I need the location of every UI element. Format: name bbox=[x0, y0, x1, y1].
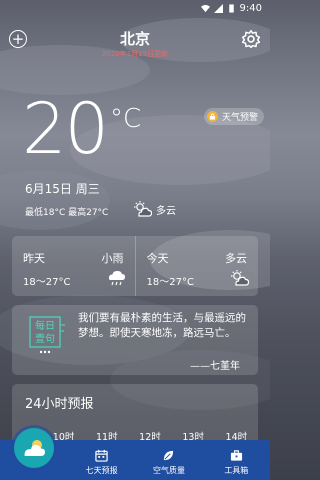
hourly-title: 24小时预报 bbox=[25, 397, 94, 412]
nav-label: 空气质量 bbox=[152, 466, 185, 475]
temperature-unit: °C bbox=[110, 104, 142, 134]
low-high-range: 最低18°C 最高27°C bbox=[25, 208, 109, 218]
nav-label: 工具箱 bbox=[224, 466, 249, 475]
current-temperature: 20 bbox=[22, 88, 109, 170]
day-name: 今天 bbox=[146, 252, 169, 265]
battery-icon bbox=[228, 3, 234, 13]
toolbox-icon bbox=[230, 450, 242, 461]
update-time: 2020年1月15日更新 bbox=[101, 50, 169, 58]
nav-toolbox[interactable]: 工具箱 bbox=[203, 440, 270, 480]
wifi-icon bbox=[200, 4, 210, 12]
partly-cloudy-icon bbox=[134, 201, 152, 217]
signal-icon bbox=[213, 3, 223, 13]
gear-icon[interactable] bbox=[241, 29, 261, 49]
nav-home[interactable] bbox=[0, 428, 68, 480]
cloud-sun-icon bbox=[24, 440, 45, 456]
calendar-icon bbox=[95, 449, 108, 462]
day-forecast-card: 昨天 小雨 18～27°C 今天 多云 18～27°C bbox=[12, 236, 258, 296]
rain-cloud-icon bbox=[108, 270, 125, 286]
nav-label: 七天预报 bbox=[85, 466, 118, 475]
badge-line2: 壹句 bbox=[35, 332, 55, 345]
badge-line1: 每日 bbox=[35, 319, 55, 332]
condition-label: 多云 bbox=[156, 205, 176, 217]
daily-quote-badge: 每日 壹句 bbox=[29, 316, 65, 354]
bottom-nav: 七天预报 空气质量 工具箱 bbox=[0, 428, 270, 480]
nav-seven-day-forecast[interactable]: 七天预报 bbox=[68, 440, 135, 480]
top-bar: + 北京 2020年1月15日更新 bbox=[0, 24, 270, 58]
alert-label: 天气预警 bbox=[221, 113, 258, 123]
day-condition: 多云 bbox=[225, 252, 247, 265]
leaf-icon bbox=[164, 450, 174, 461]
current-condition: 多云 bbox=[132, 200, 176, 218]
quote-text: 我们要有最朴素的生活，与最遥远的梦想。即使天寒地冻，路远马亡。 bbox=[78, 312, 246, 339]
quote-author: ——七堇年 bbox=[190, 361, 240, 372]
city-name[interactable]: 北京 bbox=[0, 28, 270, 49]
partly-cloudy-icon bbox=[231, 270, 249, 286]
lock-icon bbox=[206, 111, 218, 122]
day-range: 18～27°C bbox=[146, 277, 194, 288]
day-name: 昨天 bbox=[23, 252, 45, 265]
day-yesterday[interactable]: 昨天 小雨 18～27°C bbox=[12, 236, 135, 296]
home-weather-button[interactable] bbox=[14, 428, 54, 468]
current-date: 6月15日 周三 bbox=[25, 182, 100, 196]
status-time: 9:40 bbox=[239, 2, 262, 14]
day-range: 18～27°C bbox=[23, 277, 71, 288]
status-bar: 9:40 bbox=[0, 0, 270, 16]
nav-air-quality[interactable]: 空气质量 bbox=[135, 440, 202, 480]
weather-alert-button[interactable]: 天气预警 bbox=[203, 108, 264, 125]
day-condition: 小雨 bbox=[101, 252, 124, 265]
day-today[interactable]: 今天 多云 18～27°C bbox=[134, 236, 259, 296]
daily-quote-card[interactable]: 每日 壹句 我们要有最朴素的生活，与最遥远的梦想。即使天寒地冻，路远马亡。 ——… bbox=[12, 305, 258, 375]
